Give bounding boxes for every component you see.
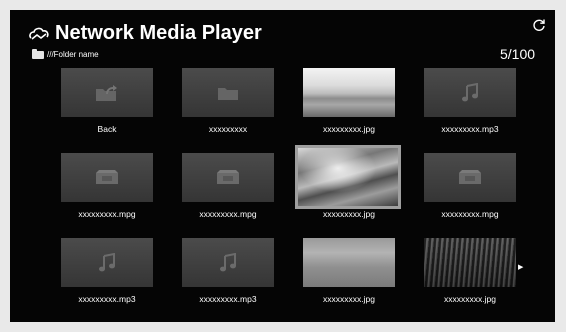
grid-item-label: xxxxxxxxx.jpg	[323, 294, 375, 304]
breadcrumb: ///Folder name	[32, 48, 99, 59]
media-player-screen: Network Media Player ///Folder name 5/10…	[10, 10, 555, 322]
grid-item[interactable]: xxxxxxxxx.mpg	[177, 153, 279, 227]
folder-icon	[32, 48, 44, 59]
grid-item-label: xxxxxxxxx.mp3	[441, 124, 499, 134]
video-icon	[217, 169, 239, 184]
photo-thumbnail	[295, 145, 401, 209]
music-note-icon	[462, 82, 478, 101]
grid-item[interactable]: xxxxxxxxx.jpg	[298, 238, 400, 312]
music-thumbnail	[182, 238, 274, 287]
grid-item-label: xxxxxxxxx.mpg	[78, 209, 136, 219]
grid-item[interactable]: Back	[56, 68, 158, 142]
grid-item-label: xxxxxxxxx.jpg	[444, 294, 496, 304]
grid-item-label: xxxxxxxxx.mpg	[199, 209, 257, 219]
music-thumbnail	[61, 238, 153, 287]
grid-item-label: xxxxxxxxx.jpg	[323, 209, 375, 219]
music-thumbnail	[424, 68, 516, 117]
music-note-icon	[99, 252, 115, 271]
grid-item[interactable]: xxxxxxxxx.mp3	[56, 238, 158, 312]
grid-item-label: xxxxxxxxx.mpg	[441, 209, 499, 219]
back-folder-thumbnail	[61, 68, 153, 117]
photo-thumbnail	[303, 68, 395, 117]
grid-item-label: xxxxxxxxx	[208, 124, 248, 134]
grid-item[interactable]: xxxxxxxxx	[177, 68, 279, 142]
video-thumbnail	[182, 153, 274, 202]
folder-icon	[218, 87, 238, 100]
video-thumbnail	[424, 153, 516, 202]
folder-thumbnail	[182, 68, 274, 117]
next-page-arrow-icon[interactable]: ▶	[518, 263, 523, 271]
grid-item[interactable]: xxxxxxxxx.mp3	[177, 238, 279, 312]
grid-item[interactable]: xxxxxxxxx.jpg	[419, 238, 521, 312]
grid-item-label: xxxxxxxxx.mp3	[199, 294, 257, 304]
grid-item[interactable]: xxxxxxxxx.jpg	[298, 68, 400, 142]
page-title: Network Media Player	[55, 22, 262, 44]
video-icon	[459, 169, 481, 184]
back-folder-icon	[96, 84, 117, 101]
grid-item[interactable]: xxxxxxxxx.mpg	[56, 153, 158, 227]
grid-item-label: xxxxxxxxx.jpg	[323, 124, 375, 134]
music-note-icon	[220, 252, 236, 271]
video-icon	[96, 169, 118, 184]
grid-item[interactable]: xxxxxxxxx.mp3	[419, 68, 521, 142]
photo-thumbnail	[424, 238, 516, 287]
grid-item-label: xxxxxxxxx.mp3	[78, 294, 136, 304]
header: Network Media Player	[28, 22, 262, 45]
page-counter: 5/100	[500, 46, 536, 62]
grid-item-label: Back	[97, 124, 117, 134]
network-icon	[29, 27, 49, 40]
folder-path-label: ///Folder name	[47, 50, 99, 59]
grid-item[interactable]: xxxxxxxxx.mpg	[419, 153, 521, 227]
grid-item[interactable]: xxxxxxxxx.jpg	[295, 145, 401, 227]
video-thumbnail	[61, 153, 153, 202]
photo-thumbnail	[303, 238, 395, 287]
refresh-icon[interactable]	[532, 18, 546, 32]
